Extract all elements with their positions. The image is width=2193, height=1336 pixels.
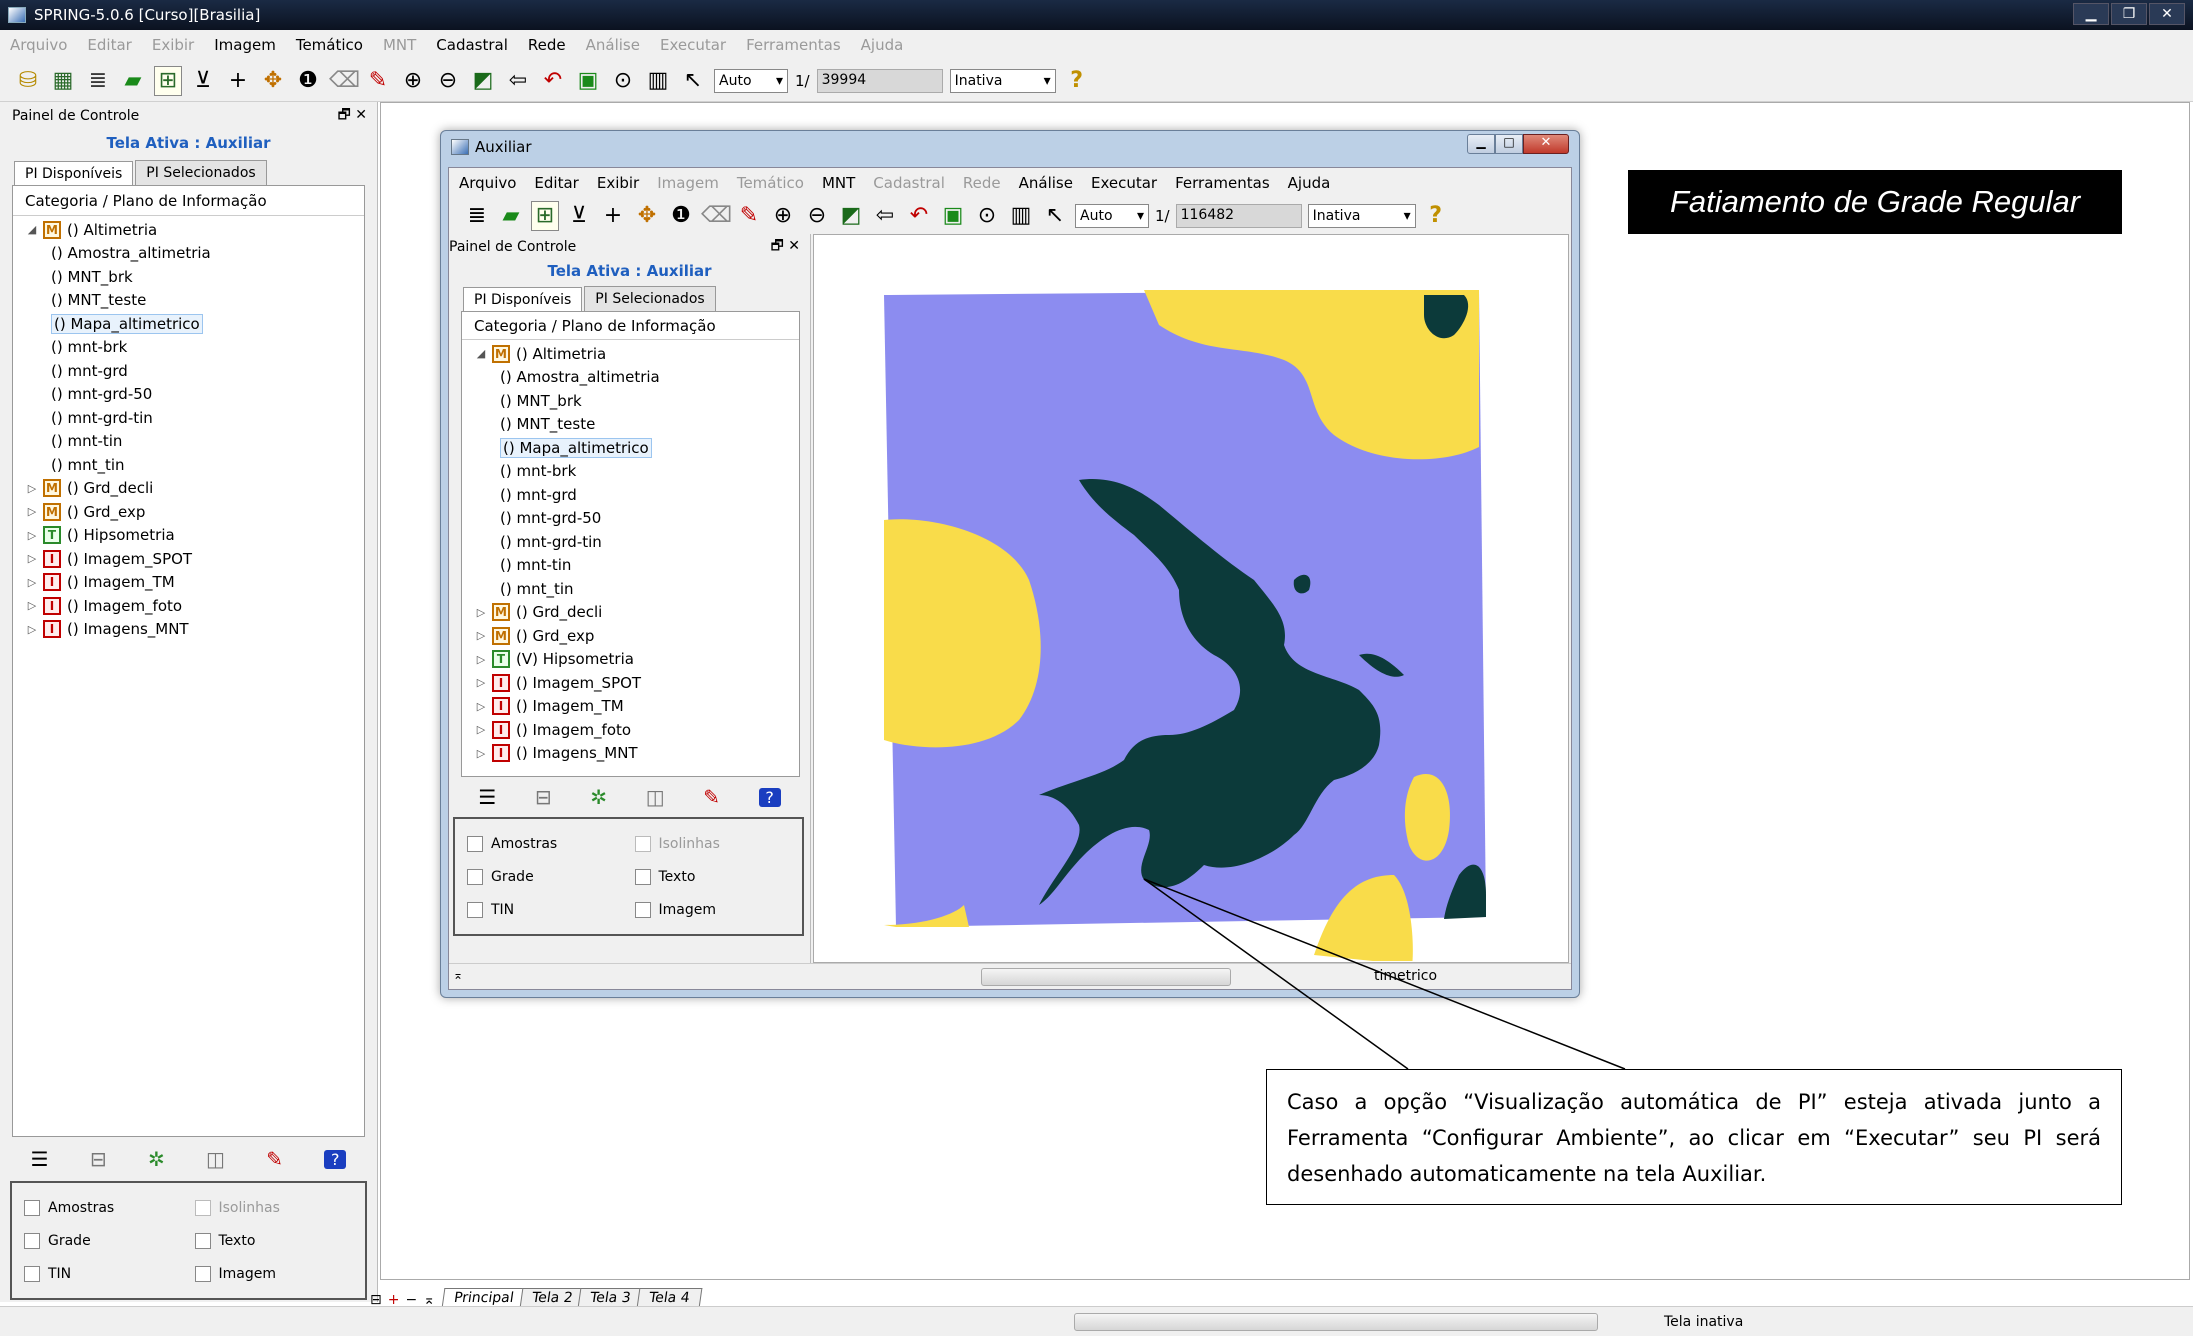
callout-note: Caso a opção “Visualização automática de… bbox=[1266, 1069, 2122, 1205]
